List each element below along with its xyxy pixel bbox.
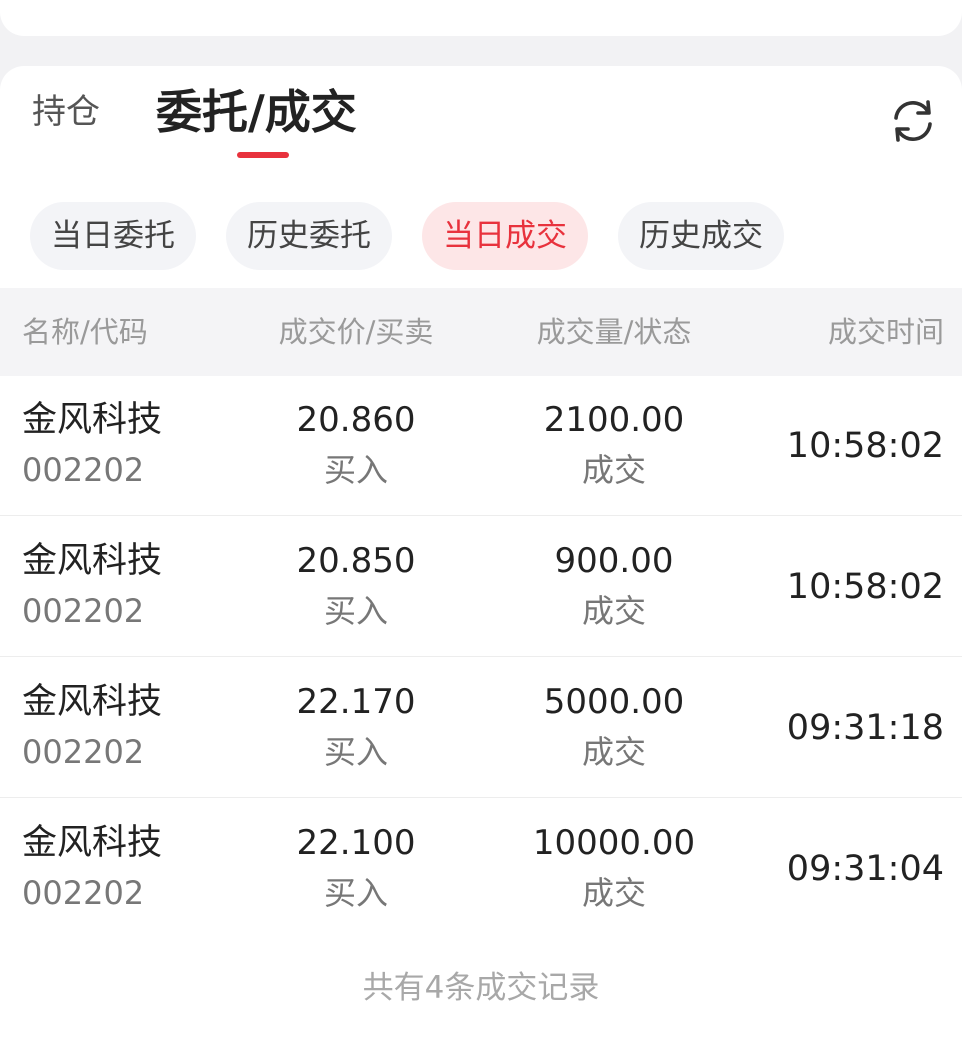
filter-chips: 当日委托 历史委托 当日成交 历史成交 [0,202,962,270]
trade-price: 22.170 [296,682,416,722]
stock-name: 金风科技 [22,400,163,440]
tab-orders-trades[interactable]: 委托/成交 [156,84,357,140]
trade-price: 22.100 [296,823,416,863]
table-row[interactable]: 金风科技 002202 20.860 买入 2100.00 成交 10:58:0… [0,376,962,516]
stock-code: 002202 [22,733,145,771]
header-price-side: 成交价/买卖 [278,315,434,349]
refresh-icon-graphic [894,100,932,142]
stock-name: 金风科技 [22,682,163,722]
trade-status: 成交 [581,733,646,771]
trade-volume: 900.00 [554,541,674,581]
chip-history-orders[interactable]: 历史委托 [226,202,392,270]
stock-code: 002202 [22,874,145,912]
trade-time: 09:31:18 [786,708,944,748]
chip-today-orders[interactable]: 当日委托 [30,202,196,270]
trade-volume: 2100.00 [543,400,685,440]
table-header: 名称/代码 成交价/买卖 成交量/状态 成交时间 [0,288,962,376]
trade-time: 10:58:02 [786,426,944,466]
stock-code: 002202 [22,451,145,489]
tab-bar: 持仓 委托/成交 [0,66,962,176]
stock-name: 金风科技 [22,823,163,863]
trade-volume: 5000.00 [543,682,685,722]
trade-side: 买入 [323,733,388,771]
trade-time: 09:31:04 [786,849,944,889]
trade-side: 买入 [323,451,388,489]
refresh-icon[interactable] [888,96,938,146]
trade-status: 成交 [581,874,646,912]
tab-holdings[interactable]: 持仓 [32,90,100,134]
header-name-code: 名称/代码 [22,315,148,349]
active-tab-indicator [237,152,289,158]
header-trade-time: 成交时间 [827,315,944,349]
chip-today-trades[interactable]: 当日成交 [422,202,588,270]
table-row[interactable]: 金风科技 002202 20.850 买入 900.00 成交 10:58:02 [0,517,962,657]
trade-side: 买入 [323,874,388,912]
record-count-footer: 共有4条成交记录 [362,970,600,1006]
trade-status: 成交 [581,592,646,630]
header-volume-status: 成交量/状态 [536,315,692,349]
top-card [0,0,962,36]
trade-price: 20.850 [296,541,416,581]
table-row[interactable]: 金风科技 002202 22.170 买入 5000.00 成交 09:31:1… [0,658,962,798]
stock-code: 002202 [22,592,145,630]
trade-side: 买入 [323,592,388,630]
trade-status: 成交 [581,451,646,489]
trade-price: 20.860 [296,400,416,440]
stock-name: 金风科技 [22,541,163,581]
orders-panel: 持仓 委托/成交 当日委托 历史委托 当日成交 历史成交 名称/代码 成交价/买… [0,66,962,1046]
chip-history-trades[interactable]: 历史成交 [618,202,784,270]
trade-volume: 10000.00 [532,823,696,863]
table-row[interactable]: 金风科技 002202 22.100 买入 10000.00 成交 09:31:… [0,799,962,939]
trade-time: 10:58:02 [786,567,944,607]
